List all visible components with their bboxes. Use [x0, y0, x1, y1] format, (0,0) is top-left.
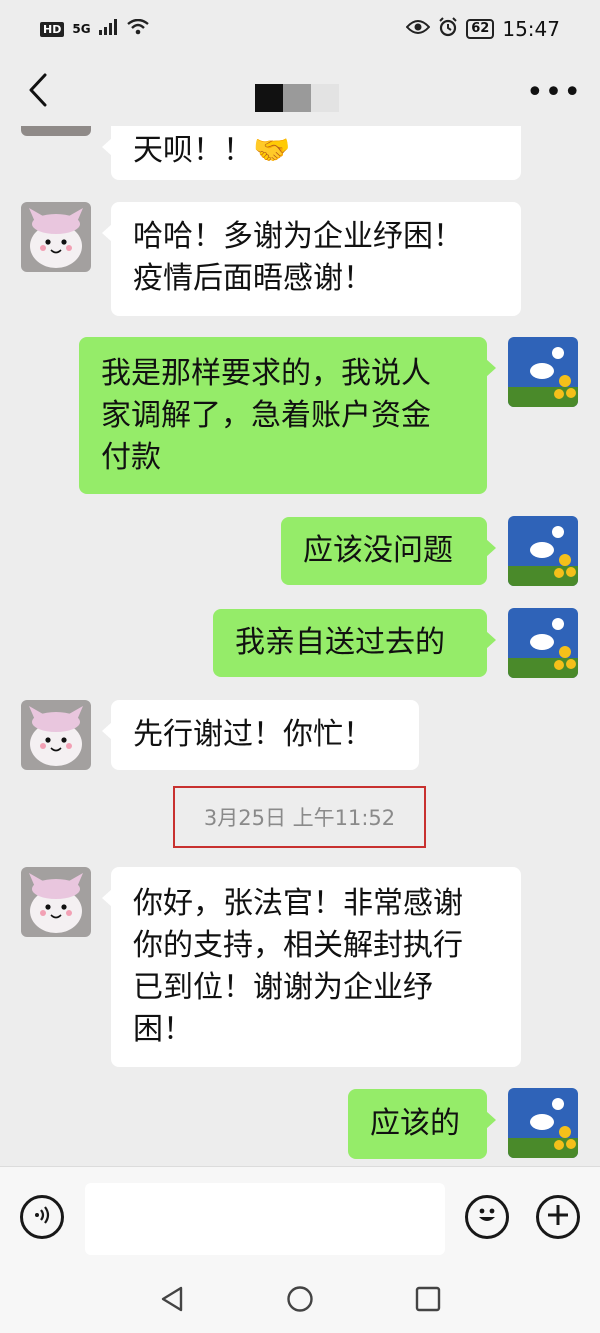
chat-header: •••	[0, 58, 600, 126]
contact-avatar[interactable]	[21, 126, 91, 136]
back-button[interactable]	[18, 70, 58, 114]
battery-indicator: 62	[466, 19, 495, 39]
chat-area[interactable]: 天呗！！🤝 哈哈！多谢为企业纾困！ 疫情后面晤感谢！ 我是那样要求的，我说人 家…	[0, 126, 600, 1166]
plus-icon	[546, 1203, 570, 1231]
network-type: 5G	[72, 22, 91, 36]
triangle-back-icon	[160, 1286, 184, 1316]
nav-back-button[interactable]	[157, 1286, 187, 1316]
message-bubble[interactable]: 应该没问题	[281, 517, 496, 585]
more-button[interactable]: •••	[526, 75, 581, 110]
user-avatar[interactable]	[508, 516, 578, 586]
alarm-icon	[438, 16, 458, 42]
square-recents-icon	[415, 1286, 441, 1316]
contact-avatar[interactable]	[21, 202, 91, 272]
circle-home-icon	[286, 1285, 314, 1317]
signal-icon	[98, 18, 119, 40]
chevron-left-icon	[27, 73, 49, 111]
plus-button[interactable]	[536, 1195, 580, 1239]
message-bubble[interactable]: 你好，张法官！非常感谢 你的支持，相关解封执行 已到位！谢谢为企业纾 困！	[102, 867, 521, 1067]
hd-badge: HD	[40, 21, 65, 37]
message-bubble[interactable]: 先行谢过！你忙！	[102, 700, 419, 770]
system-nav-bar	[0, 1272, 600, 1333]
user-avatar[interactable]	[508, 337, 578, 407]
status-left: HD 5G	[40, 18, 149, 40]
message-bubble[interactable]: 我亲自送过去的	[213, 609, 496, 677]
message-bubble[interactable]: 应该的	[348, 1089, 496, 1159]
voice-icon	[31, 1204, 53, 1230]
nav-recents-button[interactable]	[413, 1286, 443, 1316]
status-bar: HD 5G 62 15:47	[0, 0, 600, 58]
message-bubble[interactable]: 我是那样要求的，我说人 家调解了，急着账户资金 付款	[79, 337, 496, 494]
contact-avatar[interactable]	[21, 867, 91, 937]
emoji-icon	[472, 1200, 502, 1234]
wifi-icon	[126, 18, 149, 40]
eye-icon	[405, 19, 431, 40]
chat-timestamp: 3月25日 上午11:52	[173, 786, 426, 848]
status-time: 15:47	[502, 17, 560, 41]
input-bar	[0, 1166, 600, 1272]
user-avatar[interactable]	[508, 608, 578, 678]
voice-button[interactable]	[20, 1195, 64, 1239]
user-avatar[interactable]	[508, 1088, 578, 1158]
contact-avatar[interactable]	[21, 700, 91, 770]
message-bubble[interactable]: 哈哈！多谢为企业纾困！ 疫情后面晤感谢！	[102, 202, 521, 316]
emoji-button[interactable]	[465, 1195, 509, 1239]
message-input[interactable]	[85, 1183, 445, 1255]
status-right: 62 15:47	[405, 16, 560, 42]
message-bubble[interactable]: 天呗！！🤝	[102, 126, 521, 180]
contact-name-redacted	[255, 84, 339, 112]
nav-home-button[interactable]	[285, 1286, 315, 1316]
